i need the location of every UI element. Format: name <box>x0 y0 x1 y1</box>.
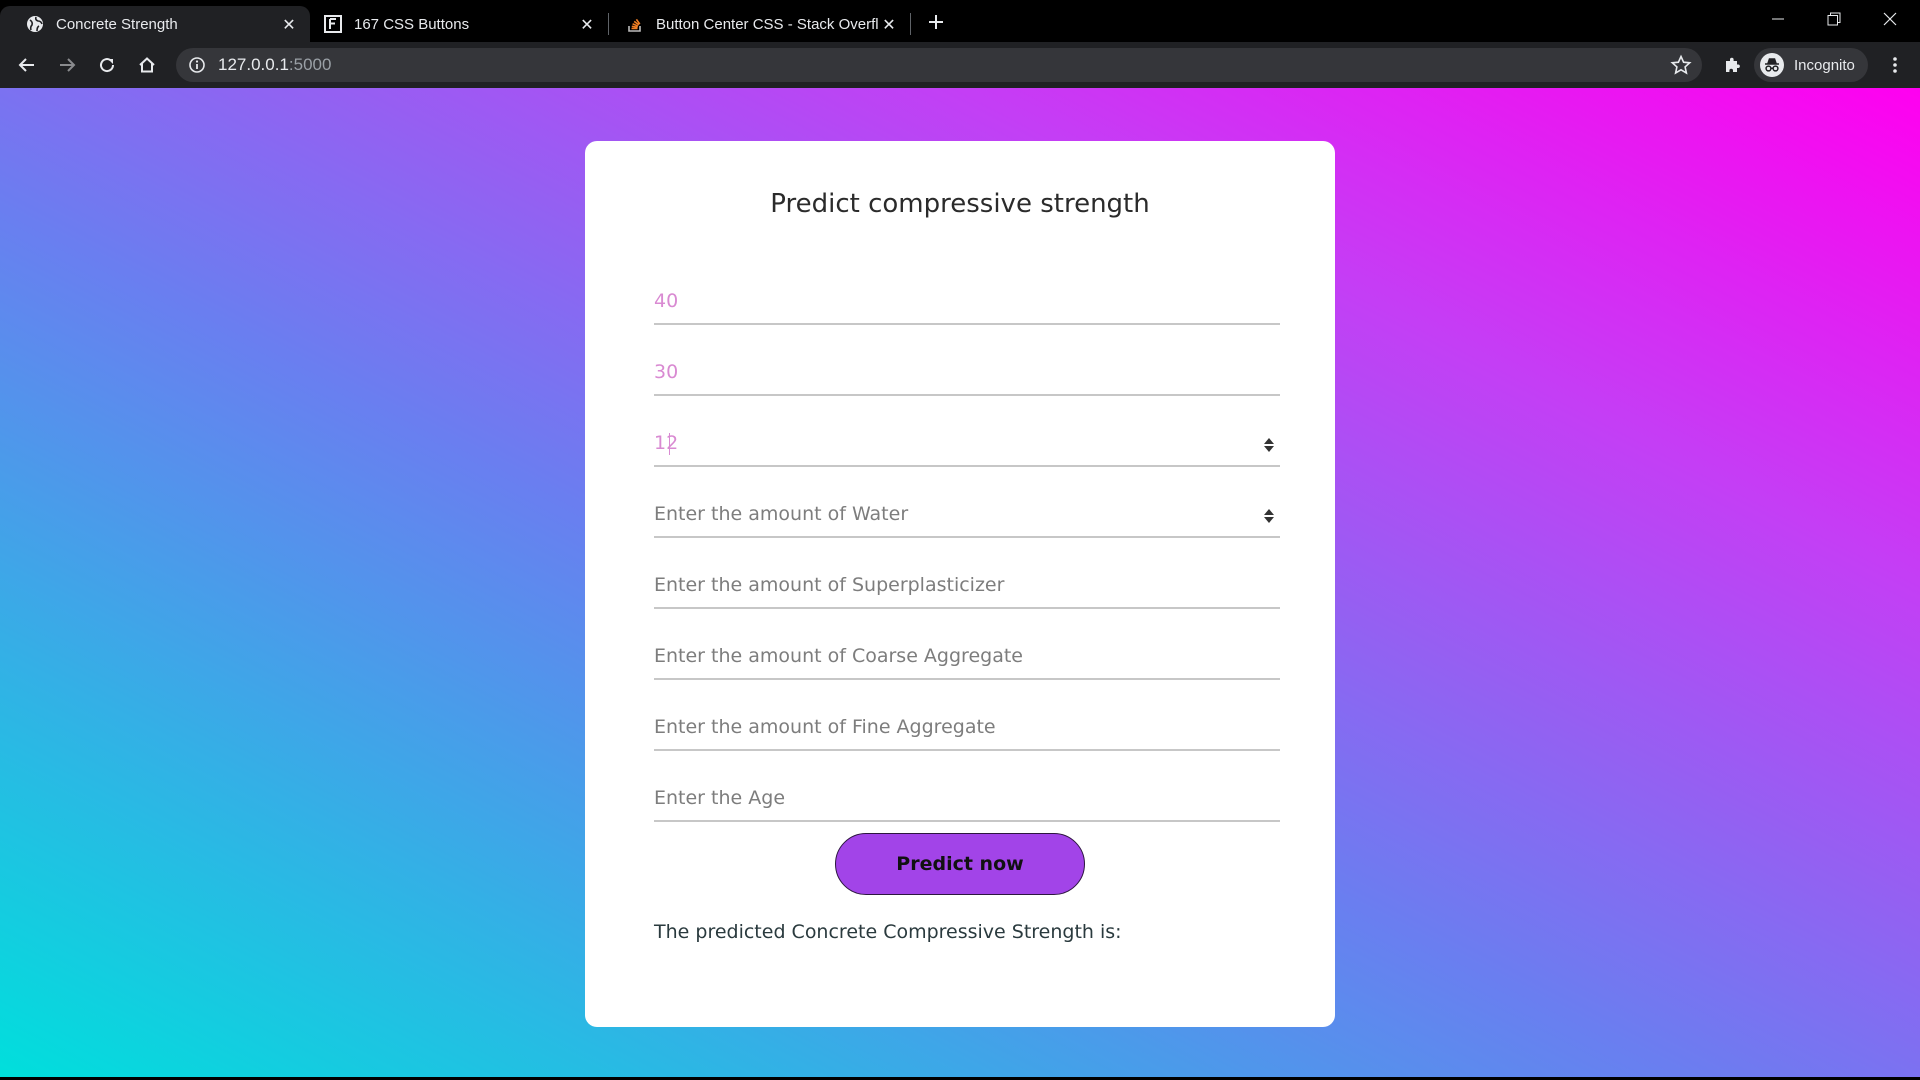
input-2[interactable] <box>654 350 1280 394</box>
input-3[interactable] <box>654 421 1280 465</box>
reload-button[interactable] <box>90 48 124 82</box>
tab-strip: Concrete Strength ✕ 167 CSS Buttons ✕ Bu… <box>0 0 1920 42</box>
close-icon[interactable]: ✕ <box>578 15 596 34</box>
stackoverflow-icon <box>626 15 644 33</box>
arrow-left-icon <box>18 58 34 72</box>
tab-title: Concrete Strength <box>56 15 178 33</box>
water-field <box>654 492 1280 538</box>
prediction-form-card: Predict compressive strength Predict <box>585 141 1335 1027</box>
spin-up-icon[interactable] <box>1264 509 1274 515</box>
tab-concrete-strength[interactable]: Concrete Strength ✕ <box>0 6 310 42</box>
puzzle-icon <box>1726 57 1740 72</box>
minimize-button[interactable] <box>1750 0 1806 38</box>
input-field-3 <box>654 421 1280 467</box>
input-1[interactable] <box>654 279 1280 323</box>
site-logo-icon <box>324 15 342 33</box>
restore-icon <box>1827 12 1841 26</box>
home-icon <box>139 57 155 73</box>
incognito-label: Incognito <box>1794 56 1855 74</box>
browser-toolbar: 127.0.0.1:5000 Incognito <box>0 42 1920 88</box>
globe-icon <box>26 15 44 33</box>
fine-aggregate-field <box>654 705 1280 751</box>
incognito-icon <box>1760 53 1784 77</box>
info-icon[interactable] <box>188 56 206 74</box>
input-field-2 <box>654 350 1280 396</box>
close-icon[interactable]: ✕ <box>280 15 298 34</box>
minimize-icon <box>1772 18 1784 20</box>
back-button[interactable] <box>10 48 44 82</box>
tab-stack-overflow[interactable]: Button Center CSS - Stack Overfl ✕ <box>600 6 910 42</box>
restore-button[interactable] <box>1806 0 1862 38</box>
new-tab-button[interactable] <box>922 8 950 36</box>
spin-down-icon[interactable] <box>1264 446 1274 452</box>
close-icon <box>1883 12 1897 26</box>
spin-down-icon[interactable] <box>1264 517 1274 523</box>
plus-icon <box>929 15 943 29</box>
tab-167-css-buttons[interactable]: 167 CSS Buttons ✕ <box>298 6 608 42</box>
browser-menu-button[interactable] <box>1878 48 1912 82</box>
close-window-button[interactable] <box>1862 0 1918 38</box>
prediction-result-text: The predicted Concrete Compressive Stren… <box>654 921 1122 943</box>
superplasticizer-field <box>654 563 1280 609</box>
fine-aggregate-input[interactable] <box>654 705 1280 749</box>
page-title: Predict compressive strength <box>770 189 1150 219</box>
spin-up-icon[interactable] <box>1264 438 1274 444</box>
incognito-profile-button[interactable]: Incognito <box>1754 48 1868 82</box>
coarse-aggregate-input[interactable] <box>654 634 1280 678</box>
address-bar[interactable]: 127.0.0.1:5000 <box>176 48 1702 82</box>
predict-now-button[interactable]: Predict now <box>835 833 1085 895</box>
coarse-aggregate-field <box>654 634 1280 680</box>
tab-title: 167 CSS Buttons <box>354 15 470 33</box>
extensions-button[interactable] <box>1715 48 1749 82</box>
water-input[interactable] <box>654 492 1280 536</box>
url-port: :5000 <box>288 55 332 74</box>
home-button[interactable] <box>130 48 164 82</box>
superplasticizer-input[interactable] <box>654 563 1280 607</box>
reload-icon <box>100 58 115 73</box>
tab-title: Button Center CSS - Stack Overfl <box>656 15 879 33</box>
page-viewport: Predict compressive strength Predict <box>0 88 1920 1077</box>
number-spinner[interactable] <box>1262 505 1276 527</box>
url-text[interactable]: 127.0.0.1:5000 <box>218 48 331 82</box>
tab-separator <box>910 13 911 35</box>
close-icon[interactable]: ✕ <box>880 15 898 34</box>
arrow-right-icon <box>60 58 76 72</box>
input-field-1 <box>654 279 1280 325</box>
text-cursor <box>669 433 670 455</box>
kebab-menu-icon <box>1893 57 1897 73</box>
bookmark-star-icon[interactable] <box>1670 54 1692 76</box>
forward-button[interactable] <box>50 48 84 82</box>
url-host: 127.0.0.1 <box>218 55 289 74</box>
number-spinner[interactable] <box>1262 434 1276 456</box>
age-field <box>654 776 1280 822</box>
age-input[interactable] <box>654 776 1280 820</box>
